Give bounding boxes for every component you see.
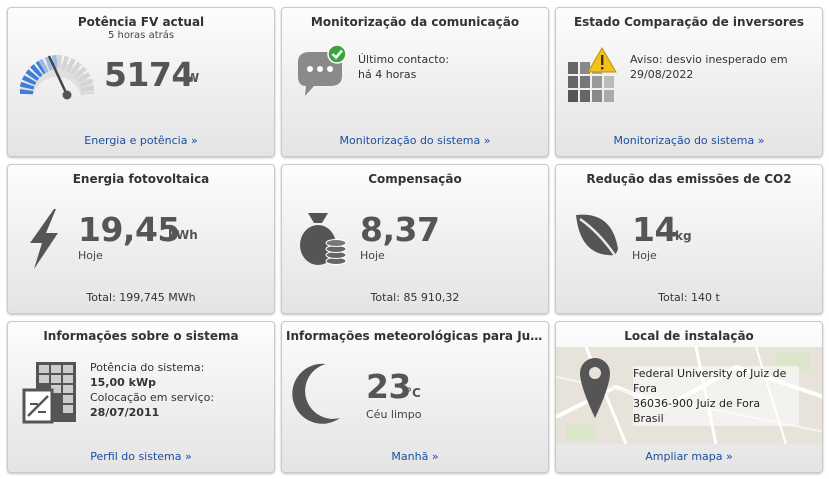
temperature-unit: °C: [406, 386, 421, 400]
bar-grid-warning-icon: [568, 47, 617, 102]
compensation-period: Hoje: [360, 249, 385, 262]
pv-power-value: 5174: [104, 55, 194, 94]
address-line: 36036-900 Juiz de Fora: [633, 397, 761, 410]
warning-date: 29/08/2022: [630, 68, 694, 81]
tile-title: Local de instalação: [624, 329, 754, 343]
energy-value: 19,45: [78, 210, 180, 249]
tile-subtitle: 5 horas atrás: [107, 30, 175, 41]
system-info-tile: Informações sobre o sistema Potência do …: [7, 321, 275, 473]
installation-address: Federal University of Juiz de Fora 36036…: [633, 366, 799, 426]
crescent-moon-icon: [292, 363, 340, 424]
tile-title: Estado Comparação de inversores: [573, 15, 805, 29]
weather-tile: Informações meteorológicas para Jui... 2…: [281, 321, 549, 473]
solar-panel-icon: [22, 362, 76, 424]
co2-unit: kg: [675, 229, 692, 243]
tile-title: Energia fotovoltaica: [72, 172, 210, 186]
weather-condition: Céu limpo: [366, 408, 422, 421]
tile-title: Potência FV actual: [77, 15, 205, 29]
system-power-label: Potência do sistema:: [90, 361, 205, 374]
system-profile-link[interactable]: Perfil do sistema »: [8, 450, 274, 463]
energy-power-link[interactable]: Energia e potência »: [8, 134, 274, 147]
location-tile[interactable]: Local de instalação Federal University o…: [555, 321, 823, 473]
address-line: Brasil: [633, 412, 664, 425]
commissioning-date: 28/07/2011: [90, 406, 160, 419]
gauge-icon: [20, 55, 94, 100]
address-line: Federal University of Juiz de: [633, 367, 787, 380]
system-power-value: 15,00 kWp: [90, 376, 156, 389]
compensation-total: Total: 85 910,32: [370, 291, 460, 304]
last-contact-label: Último contacto:: [358, 53, 450, 66]
co2-reduction-tile: Redução das emissões de CO2 14 kg Hoje T…: [555, 164, 823, 314]
lightning-icon: [30, 209, 58, 269]
system-monitoring-link[interactable]: Monitorização do sistema »: [556, 134, 822, 147]
pv-power-tile: Potência FV actual 5 horas atrás 5174 W …: [7, 7, 275, 157]
co2-period: Hoje: [632, 249, 657, 262]
morning-forecast-link[interactable]: Manhã »: [282, 450, 548, 463]
tile-title: Compensação: [368, 172, 462, 186]
leaf-icon: [576, 214, 618, 258]
tile-title: Redução das emissões de CO2: [586, 172, 792, 186]
co2-value: 14: [632, 210, 677, 249]
temperature-value: 23: [366, 367, 411, 406]
energy-unit: kWh: [168, 228, 198, 242]
enlarge-map-link[interactable]: Ampliar mapa »: [556, 450, 822, 463]
tile-title: Informações meteorológicas para Jui...: [286, 329, 544, 343]
system-monitoring-link[interactable]: Monitorização do sistema »: [282, 134, 548, 147]
energy-total: Total: 199,745 MWh: [86, 291, 196, 304]
last-contact-value: há 4 horas: [358, 68, 417, 81]
warning-text: Aviso: desvio inesperado em: [630, 53, 788, 66]
pv-energy-tile: Energia fotovoltaica 19,45 kWh Hoje Tota…: [7, 164, 275, 314]
address-line: Fora: [633, 382, 657, 395]
compensation-value: 8,37: [360, 210, 440, 249]
inverter-comparison-tile: Estado Comparação de inversores Aviso: d…: [555, 7, 823, 157]
energy-period: Hoje: [78, 249, 103, 262]
money-bag-coins-icon: [300, 213, 347, 265]
tile-title: Monitorização da comunicação: [310, 15, 520, 29]
map-pin-icon: [580, 358, 610, 418]
chat-bubble-check-icon: [298, 44, 347, 96]
compensation-tile: Compensação 8,37 Hoje Total: 85 910,32: [281, 164, 549, 314]
co2-total: Total: 140 t: [658, 291, 720, 304]
pv-power-unit: W: [186, 71, 200, 85]
commissioning-label: Colocação em serviço:: [90, 391, 215, 404]
communication-tile: Monitorização da comunicação Último cont…: [281, 7, 549, 157]
tile-title: Informações sobre o sistema: [43, 329, 239, 343]
